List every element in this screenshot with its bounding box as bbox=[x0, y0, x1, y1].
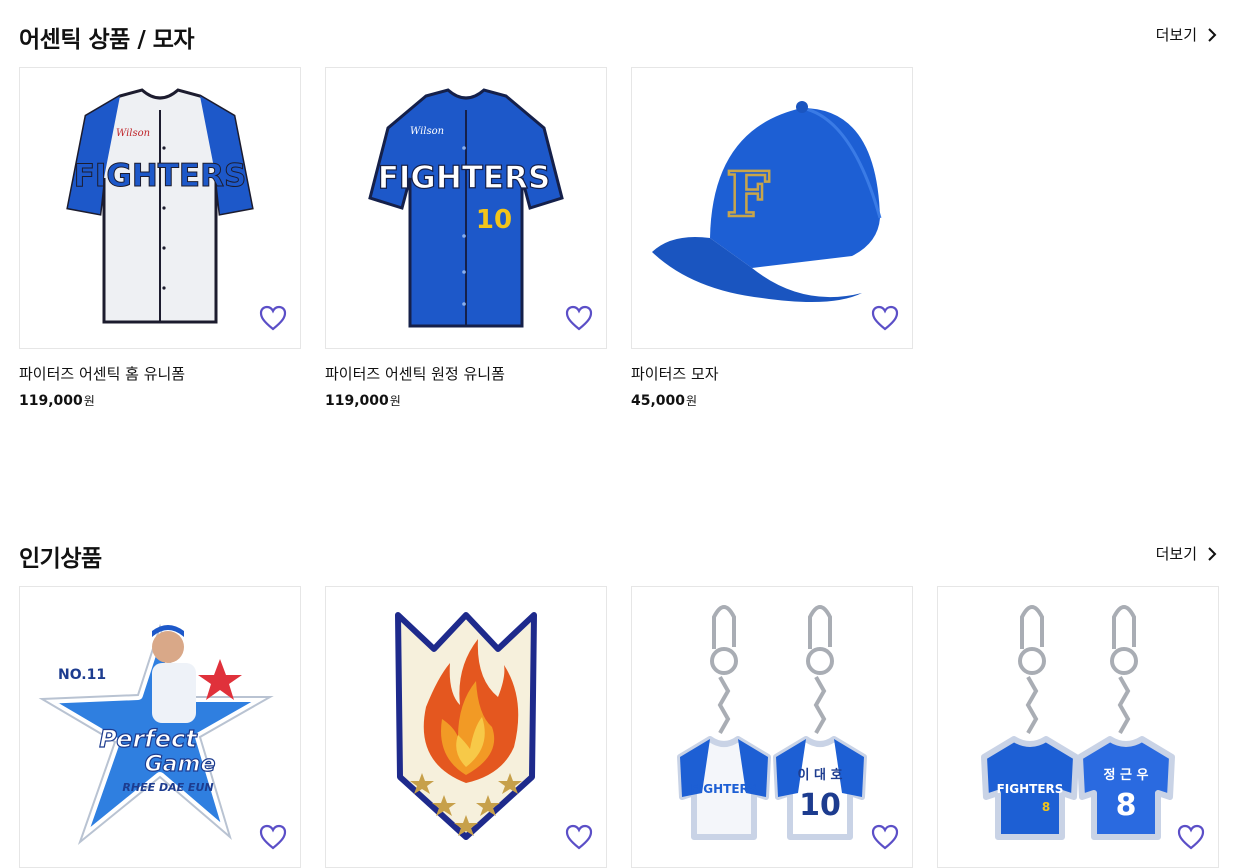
away-jersey-image: FIGHTERS 10 Wilson bbox=[368, 88, 564, 328]
cap-image: F bbox=[652, 101, 882, 302]
product-image[interactable] bbox=[325, 586, 607, 868]
key-number: 8 bbox=[1116, 788, 1137, 823]
product-name[interactable]: 파이터즈 어센틱 원정 유니폼 bbox=[325, 363, 607, 384]
price-currency: 원 bbox=[389, 394, 401, 408]
price-value: 45,000 bbox=[631, 393, 686, 409]
product-name[interactable]: 파이터즈 모자 bbox=[631, 363, 913, 384]
brand-text: Wilson bbox=[116, 128, 150, 139]
product-price: 119,000원 bbox=[325, 392, 607, 409]
jersey-text: FIGHTERS bbox=[74, 158, 247, 194]
product-image[interactable]: FIGHTERS 이 대 호 10 bbox=[631, 586, 913, 868]
product-price: 119,000원 bbox=[19, 392, 301, 409]
keyring-set-image: FIGHTERS 이 대 호 10 bbox=[677, 605, 867, 840]
heart-icon[interactable] bbox=[259, 824, 287, 850]
chevron-right-icon bbox=[1208, 546, 1217, 561]
keyring-set-image: FIGHTERS 8 정 근 우 8 bbox=[981, 605, 1175, 840]
patch-number: NO.11 bbox=[58, 667, 106, 683]
product-image[interactable]: FIGHTERS Wilson bbox=[19, 67, 301, 349]
section-popular: 인기상품 더보기 NO.11 Perfect Game RHEE DAE EUN bbox=[19, 539, 1219, 868]
product-card[interactable]: FIGHTERS 8 정 근 우 8 bbox=[937, 586, 1219, 868]
product-card[interactable]: FIGHTERS Wilson 파이터즈 어센틱 홈 유니폼 119,000원 bbox=[19, 67, 301, 409]
product-card[interactable]: FIGHTERS 10 Wilson 파이터즈 어센틱 원정 유니폼 119,0… bbox=[325, 67, 607, 409]
patch-caption: RHEE DAE EUN bbox=[122, 781, 213, 794]
heart-icon[interactable] bbox=[871, 824, 899, 850]
more-label: 더보기 bbox=[1155, 545, 1197, 563]
key-jersey-text: FIGHTERS bbox=[691, 782, 758, 796]
product-image[interactable]: NO.11 Perfect Game RHEE DAE EUN bbox=[19, 586, 301, 868]
cap-logo: F bbox=[726, 158, 770, 231]
price-value: 119,000 bbox=[19, 393, 83, 409]
home-jersey-image: FIGHTERS Wilson bbox=[66, 88, 254, 324]
price-currency: 원 bbox=[686, 394, 698, 408]
jersey-number: 10 bbox=[476, 205, 512, 235]
key-jersey-text: FIGHTERS bbox=[997, 782, 1064, 796]
more-button[interactable]: 더보기 bbox=[1156, 543, 1219, 564]
key-number-small: 8 bbox=[1042, 800, 1050, 814]
heart-icon[interactable] bbox=[259, 305, 287, 331]
section-authentic: 어센틱 상품 / 모자 더보기 FIGHTERS Wilson 파이터즈 어센틱… bbox=[19, 20, 1219, 420]
flame-patch-image bbox=[395, 612, 537, 840]
product-card[interactable] bbox=[325, 586, 607, 868]
price-value: 119,000 bbox=[325, 393, 389, 409]
key-name: 이 대 호 bbox=[798, 767, 843, 783]
brand-text: Wilson bbox=[410, 126, 444, 137]
price-currency: 원 bbox=[83, 394, 95, 408]
product-card[interactable]: NO.11 Perfect Game RHEE DAE EUN bbox=[19, 586, 301, 868]
section-title: 어센틱 상품 / 모자 bbox=[19, 27, 195, 53]
product-image[interactable]: F bbox=[631, 67, 913, 349]
perfect-game-patch-image: NO.11 Perfect Game RHEE DAE EUN bbox=[37, 622, 275, 847]
product-image[interactable]: FIGHTERS 8 정 근 우 8 bbox=[937, 586, 1219, 868]
heart-icon[interactable] bbox=[871, 305, 899, 331]
more-label: 더보기 bbox=[1155, 26, 1197, 44]
chevron-right-icon bbox=[1208, 27, 1217, 42]
product-card[interactable]: F 파이터즈 모자 45,000원 bbox=[631, 67, 913, 409]
jersey-text: FIGHTERS bbox=[378, 160, 551, 196]
product-image[interactable]: FIGHTERS 10 Wilson bbox=[325, 67, 607, 349]
section-title: 인기상품 bbox=[19, 546, 102, 572]
more-button[interactable]: 더보기 bbox=[1156, 24, 1219, 45]
product-price: 45,000원 bbox=[631, 392, 913, 409]
heart-icon[interactable] bbox=[565, 305, 593, 331]
key-name: 정 근 우 bbox=[1104, 767, 1149, 783]
patch-text-1: Perfect bbox=[99, 725, 198, 753]
product-card[interactable]: FIGHTERS 이 대 호 10 bbox=[631, 586, 913, 868]
key-number: 10 bbox=[799, 788, 841, 823]
patch-text-2: Game bbox=[145, 752, 216, 777]
product-name[interactable]: 파이터즈 어센틱 홈 유니폼 bbox=[19, 363, 301, 384]
heart-icon[interactable] bbox=[565, 824, 593, 850]
heart-icon[interactable] bbox=[1177, 824, 1205, 850]
